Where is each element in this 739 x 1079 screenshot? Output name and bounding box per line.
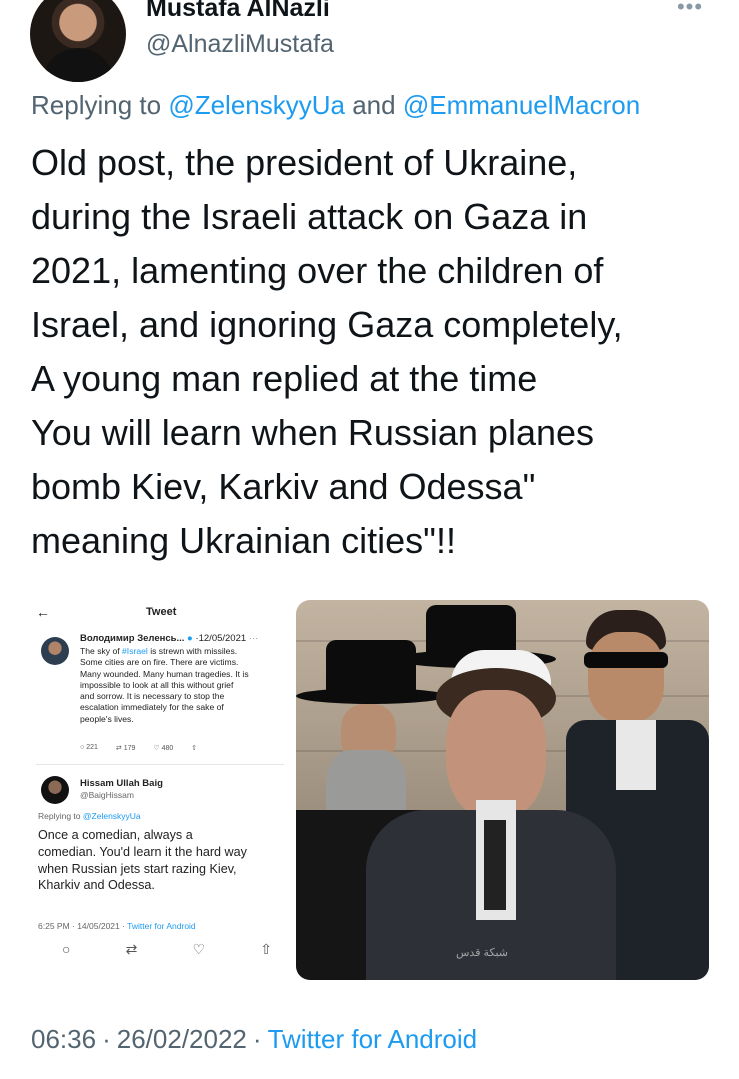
reply-author-avatar [41,776,69,804]
original-like-count: ♡ 480 [153,745,174,752]
screenshot-divider [36,764,284,765]
reply-replying-to: Replying to @ZelenskyyUa [38,811,141,821]
photo-watermark: شبكة قدس [456,947,509,959]
original-text-part2: is strewn with missiles. Some cities are… [80,646,249,724]
author-avatar[interactable] [30,0,126,82]
original-retweet-count: ⇄ 179 [115,745,136,752]
reply-replying-prefix: Replying to [38,811,81,821]
original-more-icon: ··· [248,633,259,644]
original-hashtag: #Israel [122,646,148,656]
verified-icon: ● [187,633,193,644]
reply-author-handle: @BaigHissam [80,790,134,800]
footer-separator: · [102,1024,111,1054]
original-share-icon: ⇧ [191,745,198,752]
reply-share-icon: ⇧ [260,941,272,957]
reply-tweet-actions: ○ ⇄ ♡ ⇧ [62,941,272,958]
original-author-avatar [41,637,69,665]
reply-source: Twitter for Android [127,921,196,931]
reply-replying-mention: @ZelenskyyUa [82,811,141,821]
mention-link-macron[interactable]: @EmmanuelMacron [403,90,640,120]
reply-context: Replying to @ZelenskyyUa and @EmmanuelMa… [31,90,640,121]
tweet-footer: 06:36 · 26/02/2022 · Twitter for Android [31,1024,477,1055]
reply-tweet-text: Once a comedian, always a comedian. You'… [38,828,247,893]
reply-comment-icon: ○ [62,941,71,957]
original-date: 12/05/2021 [198,633,247,644]
tweet-text: Old post, the president of Ukraine, duri… [31,142,623,561]
reply-author-name: Hissam Ullah Baig [80,778,163,789]
reply-like-icon: ♡ [192,941,206,957]
more-horizontal-icon[interactable]: ••• [672,0,708,22]
reply-conjunction: and [352,90,396,120]
reply-time: 6:25 PM · 14/05/2021 · [38,921,128,931]
original-author-name: Володимир Зеленсь... [80,633,185,644]
reply-prefix: Replying to [31,90,162,120]
original-tweet-actions: ○ 221 ⇄ 179 ♡ 480 ⇧ [80,744,280,752]
arrow-left-icon: ← [36,604,50,620]
avatar-shirt [42,48,114,82]
original-tweet-text: The sky of #Israel is strewn with missil… [80,646,285,725]
reply-timestamp: 6:25 PM · 14/05/2021 · Twitter for Andro… [38,921,196,931]
tweet-date[interactable]: 26/02/2022 [117,1024,247,1054]
attached-image-screenshot[interactable]: ← Tweet Володимир Зеленсь... ● ·12/05/20… [28,598,290,980]
mention-link-zelenskyy[interactable]: @ZelenskyyUa [168,90,345,120]
reply-retweet-icon: ⇄ [125,941,138,957]
attached-image-photo[interactable]: شبكة قدس [296,600,709,980]
screenshot-title: Tweet [146,606,177,618]
author-handle[interactable]: @AlnazliMustafa [146,30,334,59]
photo-man-center [366,650,616,980]
original-reply-count: ○ 221 [80,744,98,751]
tweet-source[interactable]: Twitter for Android [268,1024,478,1054]
original-text-part1: The sky of [80,646,123,656]
original-tweet-header: Володимир Зеленсь... ● ·12/05/2021 ··· [80,633,258,644]
tweet-time[interactable]: 06:36 [31,1024,96,1054]
footer-separator-2: · [252,1024,262,1054]
author-display-name[interactable]: Mustafa AlNazli [146,0,330,23]
